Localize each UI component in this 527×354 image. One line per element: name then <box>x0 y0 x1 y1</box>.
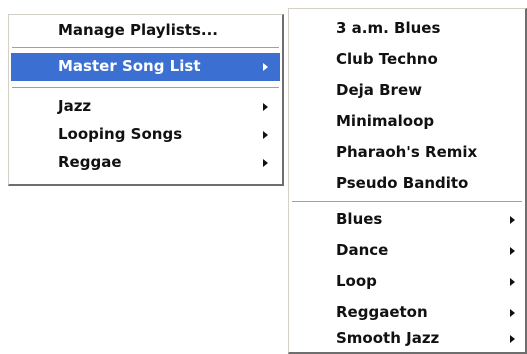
menu-item-label: Looping Songs <box>58 125 183 143</box>
menu-item-label: Master Song List <box>58 57 201 75</box>
category-label: Loop <box>336 272 377 290</box>
category-item-dance[interactable]: Dance <box>291 237 523 265</box>
submenu-arrow-icon <box>510 247 515 255</box>
song-item-pharaohs-remix[interactable]: Pharaoh's Remix <box>291 139 523 167</box>
category-item-reggaeton[interactable]: Reggaeton <box>291 299 523 327</box>
category-label: Reggaeton <box>336 303 428 321</box>
submenu-arrow-icon <box>510 309 515 317</box>
submenu-arrow-icon <box>263 131 268 139</box>
category-label: Blues <box>336 210 383 228</box>
playlist-menu: Manage Playlists... Master Song List Jaz… <box>8 14 284 186</box>
master-song-list-submenu: 3 a.m. Blues Club Techno Deja Brew Minim… <box>288 8 527 354</box>
song-label: Deja Brew <box>336 81 422 99</box>
category-label: Smooth Jazz <box>336 329 440 347</box>
submenu-arrow-icon <box>263 63 268 71</box>
song-label: Pharaoh's Remix <box>336 143 478 161</box>
submenu-arrow-icon <box>510 216 515 224</box>
submenu-arrow-icon <box>510 335 515 343</box>
song-item-deja-brew[interactable]: Deja Brew <box>291 77 523 105</box>
menu-separator <box>12 87 279 89</box>
menu-item-manage-playlists[interactable]: Manage Playlists... <box>11 17 280 45</box>
category-item-loop[interactable]: Loop <box>291 268 523 296</box>
submenu-arrow-icon <box>263 159 268 167</box>
menu-item-label: Manage Playlists... <box>58 21 218 39</box>
menu-separator <box>12 47 279 49</box>
song-label: Club Techno <box>336 50 438 68</box>
category-item-smooth-jazz[interactable]: Smooth Jazz <box>291 325 523 353</box>
menu-item-master-song-list[interactable]: Master Song List <box>11 53 280 81</box>
song-item-3am-blues[interactable]: 3 a.m. Blues <box>291 15 523 43</box>
song-item-club-techno[interactable]: Club Techno <box>291 46 523 74</box>
song-item-pseudo-bandito[interactable]: Pseudo Bandito <box>291 170 523 198</box>
menu-item-looping-songs[interactable]: Looping Songs <box>11 121 280 149</box>
menu-item-label: Reggae <box>58 153 122 171</box>
menu-item-reggae[interactable]: Reggae <box>11 149 280 177</box>
category-item-blues[interactable]: Blues <box>291 206 523 234</box>
song-label: 3 a.m. Blues <box>336 19 441 37</box>
menu-separator <box>292 201 522 203</box>
menu-item-label: Jazz <box>58 97 92 115</box>
song-label: Minimaloop <box>336 112 435 130</box>
song-label: Pseudo Bandito <box>336 174 469 192</box>
submenu-arrow-icon <box>263 103 268 111</box>
category-label: Dance <box>336 241 389 259</box>
submenu-arrow-icon <box>510 278 515 286</box>
song-item-minimaloop[interactable]: Minimaloop <box>291 108 523 136</box>
menu-item-jazz[interactable]: Jazz <box>11 93 280 121</box>
